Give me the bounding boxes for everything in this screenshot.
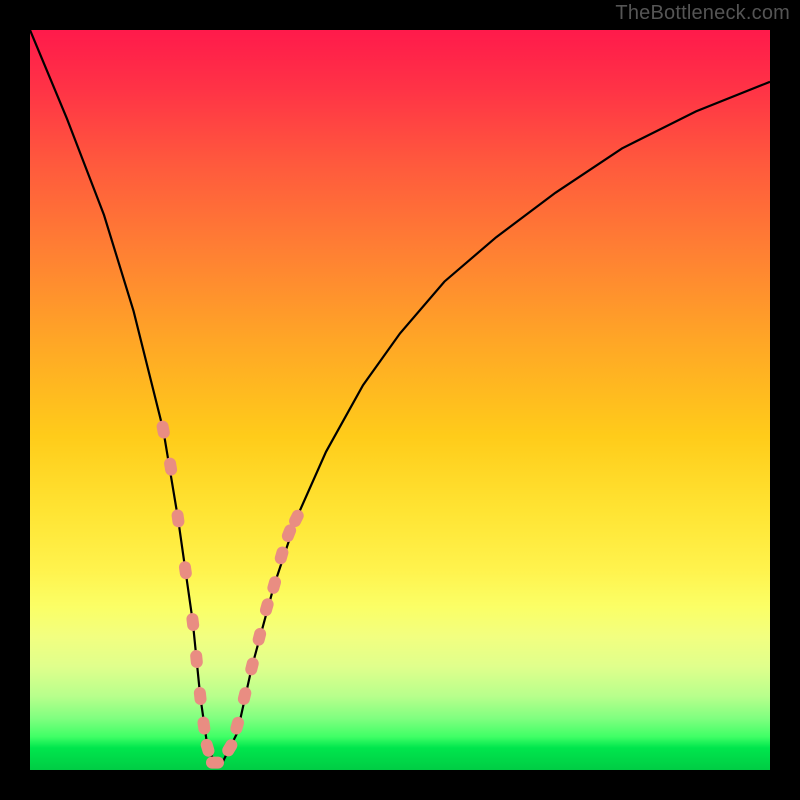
- highlight-markers: [156, 420, 306, 769]
- highlight-marker: [229, 715, 245, 736]
- highlight-marker: [186, 612, 200, 631]
- highlight-marker: [193, 686, 207, 705]
- highlight-marker: [206, 757, 224, 769]
- highlight-marker: [190, 649, 204, 668]
- highlight-marker: [171, 509, 185, 529]
- highlight-marker: [220, 737, 240, 759]
- highlight-marker: [237, 686, 253, 706]
- curve-layer: [30, 30, 770, 770]
- plot-area: [30, 30, 770, 770]
- highlight-marker: [197, 716, 211, 736]
- bottleneck-curve-path: [30, 30, 770, 763]
- chart-frame: TheBottleneck.com: [0, 0, 800, 800]
- highlight-marker: [156, 420, 171, 440]
- highlight-marker: [259, 597, 275, 618]
- highlight-marker: [251, 627, 267, 647]
- highlight-marker: [199, 737, 216, 758]
- highlight-marker: [178, 560, 192, 580]
- highlight-marker: [266, 575, 282, 596]
- highlight-marker: [244, 656, 260, 676]
- highlight-marker: [163, 457, 178, 477]
- watermark-text: TheBottleneck.com: [615, 2, 790, 25]
